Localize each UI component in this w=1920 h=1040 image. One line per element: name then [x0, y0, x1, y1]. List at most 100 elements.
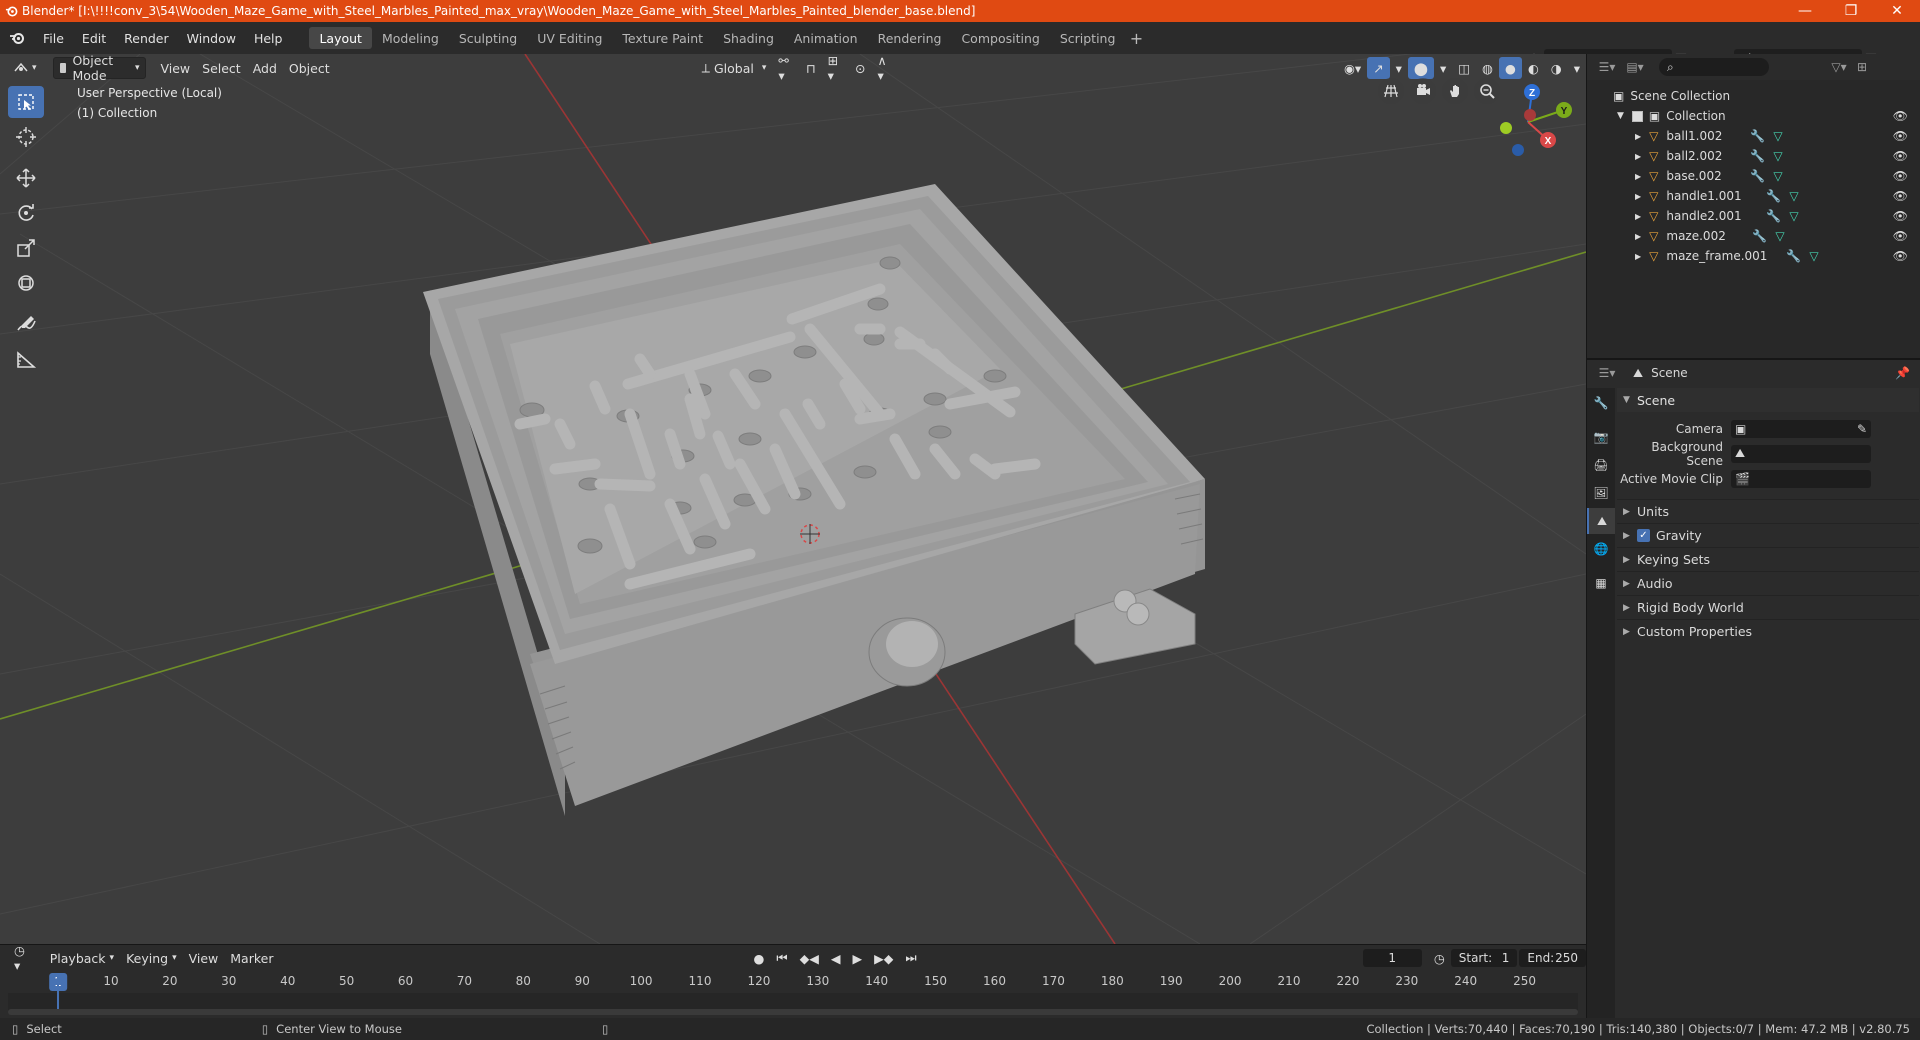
navigation-gizmo[interactable]: Z Y X	[1478, 72, 1586, 175]
pan-hand-icon[interactable]	[1442, 78, 1468, 104]
disclosure-triangle-icon[interactable]: ▶	[1635, 192, 1641, 201]
render-properties-icon[interactable]: 📷	[1587, 424, 1615, 450]
outliner-object-maze-frame[interactable]: ▶ ▽ maze_frame.001 🔧 ▽ 👁	[1587, 246, 1920, 266]
eye-icon[interactable]: 👁	[1893, 169, 1908, 183]
modifier-wrench-icon[interactable]: 🔧	[1766, 189, 1781, 203]
jump-keyframe-back-icon[interactable]: ◆◀	[794, 947, 825, 969]
modifier-wrench-icon[interactable]: 🔧	[1750, 129, 1765, 143]
measure-tool-icon[interactable]	[8, 343, 44, 375]
marker-menu[interactable]: Marker	[224, 947, 279, 969]
gravity-checkbox[interactable]: ✓	[1637, 529, 1650, 542]
audio-panel[interactable]: ▶ Audio	[1617, 571, 1919, 595]
menu-render[interactable]: Render	[115, 26, 178, 50]
cursor-tool-icon[interactable]	[8, 121, 44, 153]
menu-edit[interactable]: Edit	[73, 26, 115, 50]
maximize-button[interactable]: ❐	[1828, 0, 1874, 22]
output-properties-icon[interactable]: 🖨	[1587, 452, 1615, 478]
blender-menu-icon[interactable]	[0, 22, 34, 54]
mesh-data-icon[interactable]: ▽	[1809, 249, 1818, 263]
pin-icon[interactable]: 📌	[1895, 366, 1910, 380]
texture-properties-icon[interactable]: ▦	[1587, 570, 1615, 596]
add-workspace-button[interactable]: +	[1125, 29, 1147, 48]
scale-tool-icon[interactable]	[8, 232, 44, 264]
rotate-tool-icon[interactable]	[8, 197, 44, 229]
eye-icon[interactable]: 👁	[1893, 209, 1908, 223]
tab-animation[interactable]: Animation	[784, 27, 868, 49]
playback-menu[interactable]: Playback ▾	[44, 947, 120, 969]
orientation-dropdown[interactable]: ⟂ Global ▾	[696, 57, 773, 79]
disclosure-triangle-icon[interactable]: ▶	[1635, 172, 1641, 181]
timeline-view-menu[interactable]: View	[183, 947, 225, 969]
outliner-object-base[interactable]: ▶ ▽ base.002 🔧 ▽ 👁	[1587, 166, 1920, 186]
xray-icon[interactable]: ◫	[1452, 57, 1476, 79]
grid-view-icon[interactable]	[1378, 78, 1404, 104]
tab-shading[interactable]: Shading	[713, 27, 784, 49]
editor-type-icon[interactable]: ▾	[8, 57, 43, 79]
play-icon[interactable]: ▶	[847, 947, 869, 969]
disclosure-triangle-icon[interactable]: ▶	[1635, 232, 1641, 241]
jump-start-icon[interactable]: ⏮	[770, 947, 793, 969]
falloff-icon[interactable]: ∧ ▾	[872, 54, 898, 83]
overlays-icon[interactable]: ⬤	[1407, 57, 1434, 79]
mesh-data-icon[interactable]: ▽	[1789, 209, 1798, 223]
outliner-object-ball1[interactable]: ▶ ▽ ball1.002 🔧 ▽ 👁	[1587, 126, 1920, 146]
rigid-body-world-panel[interactable]: ▶ Rigid Body World	[1617, 595, 1919, 619]
eye-icon[interactable]: 👁	[1893, 229, 1908, 243]
mesh-data-icon[interactable]: ▽	[1773, 169, 1782, 183]
menu-window[interactable]: Window	[178, 26, 245, 50]
disclosure-triangle-icon[interactable]: ▶	[1635, 252, 1641, 261]
timeline-scrollbar[interactable]	[8, 1009, 1578, 1015]
mesh-data-icon[interactable]: ▽	[1789, 189, 1798, 203]
camera-view-icon[interactable]	[1410, 78, 1436, 104]
tool-settings-icon[interactable]: 🔧	[1587, 390, 1615, 416]
menu-view[interactable]: View	[154, 57, 196, 79]
tab-uv-editing[interactable]: UV Editing	[527, 27, 612, 49]
jump-keyframe-forward-icon[interactable]: ▶◆	[868, 947, 899, 969]
eye-icon[interactable]: 👁	[1893, 129, 1908, 143]
filter-icon[interactable]: ▽▾	[1825, 57, 1853, 77]
camera-field[interactable]: ▣ ✎	[1731, 419, 1871, 438]
tab-compositing[interactable]: Compositing	[951, 27, 1049, 49]
scene-properties-icon[interactable]: ⛰	[1587, 508, 1615, 534]
outliner-editor-icon[interactable]: ☰▾	[1593, 57, 1621, 77]
play-reverse-icon[interactable]: ◀	[825, 947, 847, 969]
current-frame-field[interactable]: 1	[1362, 949, 1422, 967]
outliner-object-ball2[interactable]: ▶ ▽ ball2.002 🔧 ▽ 👁	[1587, 146, 1920, 166]
menu-add[interactable]: Add	[247, 57, 283, 79]
proportional-edit-icon[interactable]: ⊙	[849, 57, 871, 79]
menu-select[interactable]: Select	[196, 57, 247, 79]
outliner-object-handle2[interactable]: ▶ ▽ handle2.001 🔧 ▽ 👁	[1587, 206, 1920, 226]
gizmo-dropdown-icon[interactable]: ▾	[1390, 57, 1408, 79]
tab-layout[interactable]: Layout	[309, 27, 372, 49]
gravity-panel[interactable]: ▶ ✓ Gravity	[1617, 523, 1919, 547]
scene-panel-header[interactable]: ▼ Scene	[1617, 388, 1919, 412]
mesh-data-icon[interactable]: ▽	[1773, 149, 1782, 163]
outliner-object-maze[interactable]: ▶ ▽ maze.002 🔧 ▽ 👁	[1587, 226, 1920, 246]
disclosure-triangle-icon[interactable]: ▶	[1635, 132, 1641, 141]
keying-sets-panel[interactable]: ▶ Keying Sets	[1617, 547, 1919, 571]
modifier-wrench-icon[interactable]: 🔧	[1786, 249, 1801, 263]
clock-icon[interactable]: ◷	[1428, 947, 1451, 969]
checkbox-icon[interactable]	[1631, 110, 1643, 122]
mesh-data-icon[interactable]: ▽	[1773, 129, 1782, 143]
disclosure-triangle-icon[interactable]: ▶	[1635, 152, 1641, 161]
outliner-scene-collection[interactable]: ▣ Scene Collection	[1587, 86, 1920, 106]
tab-scripting[interactable]: Scripting	[1050, 27, 1126, 49]
pivot-point-icon[interactable]: ⚯ ▾	[772, 54, 799, 83]
visibility-icon[interactable]: ◉▾	[1338, 57, 1367, 79]
disclosure-triangle-icon[interactable]: ▶	[1635, 212, 1641, 221]
tab-texture-paint[interactable]: Texture Paint	[612, 27, 713, 49]
new-collection-icon[interactable]: ⊞	[1853, 57, 1871, 77]
eye-icon[interactable]: 👁	[1893, 249, 1908, 263]
units-panel[interactable]: ▶ Units	[1617, 499, 1919, 523]
end-frame-field[interactable]: End: 250	[1519, 949, 1586, 967]
object-mode-dropdown[interactable]: Object Mode ▾	[52, 54, 147, 83]
snap-target-icon[interactable]: ⊞ ▾	[822, 54, 849, 83]
close-button[interactable]: ✕	[1874, 0, 1920, 22]
outliner-collection[interactable]: ▼ ▣ Collection 👁	[1587, 106, 1920, 126]
3d-viewport[interactable]: ▾ Object Mode ▾ View Select Add Object ⟂…	[0, 54, 1586, 944]
outliner-object-handle1[interactable]: ▶ ▽ handle1.001 🔧 ▽ 👁	[1587, 186, 1920, 206]
record-button-icon[interactable]: ●	[747, 947, 770, 969]
select-box-tool-icon[interactable]	[8, 86, 44, 118]
world-properties-icon[interactable]: 🌐	[1587, 536, 1615, 562]
